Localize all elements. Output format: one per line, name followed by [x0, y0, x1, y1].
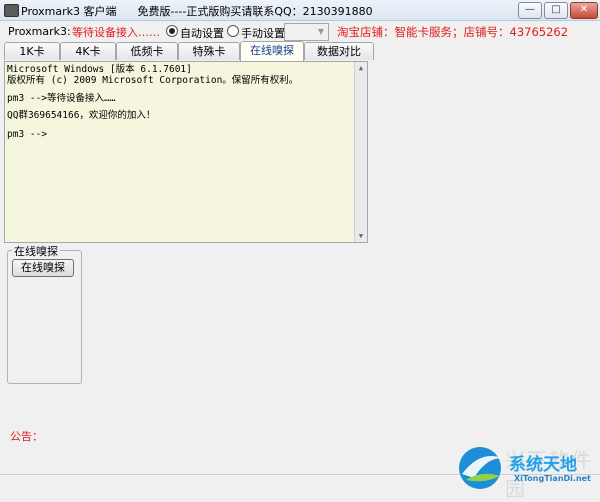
scroll-down-icon[interactable]: ▼	[355, 230, 367, 242]
device-label: Proxmark3:	[8, 25, 71, 38]
console-line: 版权所有 (c) 2009 Microsoft Corporation。保留所有…	[7, 75, 299, 86]
console-line: Microsoft Windows [版本 6.1.7601]	[7, 64, 192, 75]
minimize-button[interactable]: —	[518, 2, 542, 19]
notice-label: 公告：	[10, 430, 43, 443]
console-line: QQ群369654166，欢迎你的加入！	[7, 110, 156, 121]
tab-online-sniff[interactable]: 在线嗅探	[240, 41, 304, 61]
device-status: 等待设备接入……	[72, 26, 160, 39]
tab-data-compare[interactable]: 数据对比	[304, 42, 374, 60]
manual-setting-select[interactable]: ▼	[284, 23, 329, 41]
console-scrollbar[interactable]: ▲ ▼	[354, 62, 367, 242]
tab-low-freq-card[interactable]: 低频卡	[116, 42, 178, 60]
manual-setting-label[interactable]: 手动设置	[241, 25, 285, 41]
shop-info: 淘宝店铺：智能卡服务；店铺号：43765262	[337, 25, 569, 39]
app-icon	[4, 4, 19, 17]
chevron-down-icon[interactable]: ▼	[315, 25, 327, 39]
device-bar: Proxmark3: 等待设备接入…… 自动设置 手动设置 ▼ 淘宝店铺：智能卡…	[0, 20, 600, 42]
manual-setting-radio[interactable]	[227, 25, 239, 37]
scroll-up-icon[interactable]: ▲	[355, 62, 367, 74]
auto-setting-radio[interactable]	[166, 25, 178, 37]
close-button[interactable]: ✕	[570, 2, 598, 19]
tab-1k-card[interactable]: 1K卡	[4, 42, 60, 60]
maximize-button[interactable]: □	[544, 2, 568, 19]
logo-main-text: 系统天地	[509, 455, 577, 475]
online-sniff-button[interactable]: 在线嗅探	[12, 259, 74, 277]
site-logo: 系统天地 XiTongTianDi.net	[452, 440, 600, 492]
window-title: Proxmark3 客户端 免费版----正式版购买请联系QQ：21303918…	[21, 5, 373, 18]
sniff-group-title: 在线嗅探	[12, 243, 60, 259]
tab-4k-card[interactable]: 4K卡	[60, 42, 116, 60]
console-line: pm3 -->等待设备接入……	[7, 93, 116, 104]
title-bar: Proxmark3 客户端 免费版----正式版购买请联系QQ：21303918…	[0, 0, 600, 21]
logo-swoosh-icon	[459, 447, 502, 489]
logo-sub-text: XiTongTianDi.net	[514, 474, 591, 483]
console-output[interactable]: Microsoft Windows [版本 6.1.7601] 版权所有 (c)…	[4, 61, 368, 243]
console-prompt: pm3 -->	[7, 129, 48, 140]
auto-setting-label[interactable]: 自动设置	[180, 25, 224, 41]
tab-special-card[interactable]: 特殊卡	[178, 42, 240, 60]
tab-strip: 1K卡 4K卡 低频卡 特殊卡 在线嗅探 数据对比	[4, 41, 600, 61]
